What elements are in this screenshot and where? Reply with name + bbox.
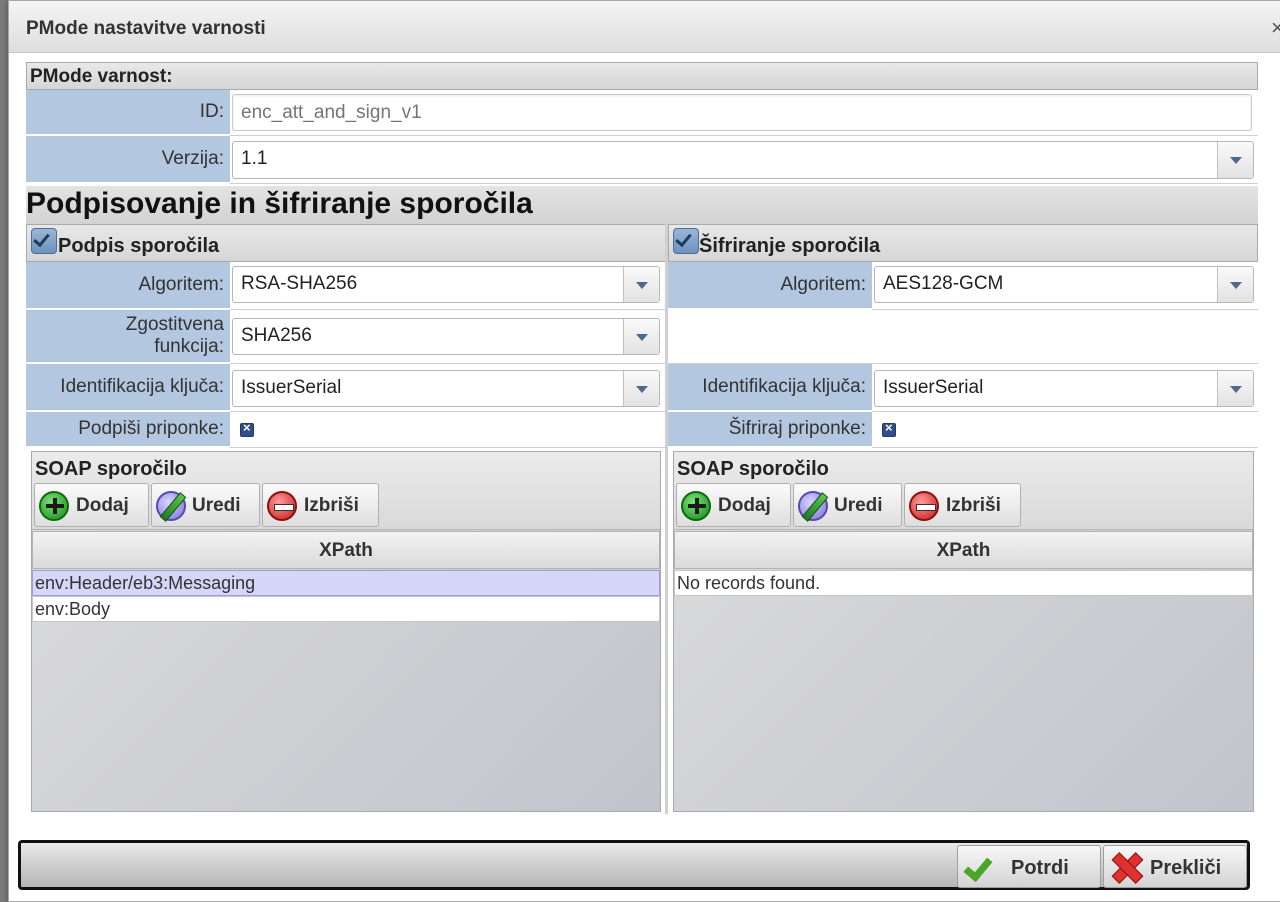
id-label: ID: <box>26 90 230 136</box>
enc-xpath-header-label: XPath <box>936 540 991 561</box>
dialog-titlebar: PMode nastavitve varnosti × <box>9 1 1280 53</box>
enc-delete-button[interactable]: Izbriši <box>904 483 1021 527</box>
sig-soap-toolbar: SOAP sporočilo Dodaj Uredi Izbriši <box>32 452 660 530</box>
sig-attachments-label-text: Podpiši priponke: <box>78 418 224 440</box>
encrypt-attachments-checkbox[interactable] <box>882 420 896 437</box>
enc-add-label: Dodaj <box>718 495 771 516</box>
table-cell: env:Header/eb3:Messaging <box>35 573 256 593</box>
enc-delete-label: Izbriši <box>946 495 1001 516</box>
version-label: Verzija: <box>26 136 230 184</box>
sig-keyid-select[interactable]: IssuerSerial <box>232 370 660 407</box>
chevron-down-icon[interactable] <box>623 371 659 406</box>
enc-soap-panel: SOAP sporočilo Dodaj Uredi Izbriši XPath… <box>673 451 1254 812</box>
sig-algorithm-label-text: Algoritem: <box>138 274 224 296</box>
cancel-x-icon <box>1109 850 1143 884</box>
enc-keyid-select[interactable]: IssuerSerial <box>874 370 1254 407</box>
confirm-label: Potrdi <box>1011 857 1069 879</box>
section-title-bar: Podpisovanje in šifriranje sporočila <box>26 186 1258 224</box>
enc-soap-title: SOAP sporočilo <box>677 458 829 480</box>
table-row[interactable]: env:Header/eb3:Messaging <box>32 570 660 596</box>
sig-edit-label: Uredi <box>192 495 241 516</box>
dialog-title: PMode nastavitve varnosti <box>26 18 266 39</box>
sig-keyid-label-text: Identifikacija ključa: <box>60 376 224 398</box>
signature-header-label: Podpis sporočila <box>58 235 220 257</box>
section-title: Podpisovanje in šifriranje sporočila <box>26 187 533 220</box>
sig-keyid-label: Identifikacija ključa: <box>26 364 230 412</box>
chevron-down-icon[interactable] <box>1217 267 1253 302</box>
encryption-checkbox[interactable] <box>673 228 699 254</box>
encryption-header: Šifriranje sporočila <box>668 224 1258 262</box>
signature-checkbox[interactable] <box>31 228 57 254</box>
sig-algorithm-select[interactable]: RSA-SHA256 <box>232 266 660 303</box>
close-icon[interactable]: × <box>1271 15 1280 41</box>
sig-hash-value: SHA256 <box>241 325 312 346</box>
cancel-button[interactable]: Prekliči <box>1103 845 1247 888</box>
sig-attachments-row <box>230 412 666 448</box>
enc-attachments-label: Šifriraj priponke: <box>668 412 872 448</box>
id-label-text: ID: <box>199 101 224 123</box>
empty-message: No records found. <box>677 573 821 593</box>
sig-add-button[interactable]: Dodaj <box>34 483 149 527</box>
enc-soap-toolbar: SOAP sporočilo Dodaj Uredi Izbriši <box>674 452 1253 530</box>
encryption-header-label: Šifriranje sporočila <box>699 235 881 257</box>
check-icon <box>963 851 993 883</box>
security-header: PMode varnost: <box>26 62 1258 90</box>
sig-delete-label: Izbriši <box>304 495 359 516</box>
table-row[interactable]: env:Body <box>32 596 660 622</box>
chevron-down-icon[interactable] <box>1217 371 1253 406</box>
dialog-footer: Potrdi Prekliči <box>18 840 1250 890</box>
enc-xpath-column-header[interactable]: XPath <box>674 531 1253 569</box>
enc-algorithm-label: Algoritem: <box>668 262 872 310</box>
sig-keyid-value: IssuerSerial <box>241 377 342 398</box>
signature-header: Podpis sporočila <box>26 224 666 262</box>
enc-attachments-row <box>872 412 1258 448</box>
enc-empty-row <box>668 310 1258 364</box>
empty-message-row: No records found. <box>674 570 1253 596</box>
delete-icon <box>909 491 939 521</box>
version-select[interactable]: 1.1 <box>232 141 1254 179</box>
enc-attachments-label-text: Šifriraj priponke: <box>728 418 866 440</box>
enc-keyid-label: Identifikacija ključa: <box>668 364 872 412</box>
sig-soap-panel: SOAP sporočilo Dodaj Uredi Izbriši XPath… <box>31 451 661 812</box>
column-divider <box>665 224 668 814</box>
chevron-down-icon[interactable] <box>623 319 659 354</box>
enc-keyid-value: IssuerSerial <box>883 377 984 398</box>
confirm-button[interactable]: Potrdi <box>957 845 1101 888</box>
sig-algorithm-label: Algoritem: <box>26 262 230 310</box>
chevron-down-icon[interactable] <box>1217 142 1253 178</box>
sig-xpath-column-header[interactable]: XPath <box>32 531 660 569</box>
sig-edit-button[interactable]: Uredi <box>151 483 260 527</box>
id-input[interactable] <box>232 94 1252 131</box>
sig-attachments-label: Podpiši priponke: <box>26 412 230 448</box>
enc-keyid-label-text: Identifikacija ključa: <box>702 376 866 398</box>
enc-algorithm-value: AES128-GCM <box>883 273 1004 294</box>
enc-edit-label: Uredi <box>834 495 883 516</box>
sig-xpath-header-label: XPath <box>319 540 373 561</box>
delete-icon <box>267 491 297 521</box>
enc-algorithm-label-text: Algoritem: <box>780 274 866 296</box>
add-icon <box>681 491 711 521</box>
sig-hash-label: Zgostitvena funkcija: <box>26 310 230 364</box>
edit-icon <box>156 491 186 521</box>
enc-edit-button[interactable]: Uredi <box>793 483 902 527</box>
edit-icon <box>798 491 828 521</box>
chevron-down-icon[interactable] <box>623 267 659 302</box>
enc-add-button[interactable]: Dodaj <box>676 483 791 527</box>
sig-algorithm-value: RSA-SHA256 <box>241 273 358 294</box>
version-label-text: Verzija: <box>161 148 224 170</box>
security-header-label: PMode varnost: <box>30 66 173 87</box>
sign-attachments-checkbox[interactable] <box>240 420 254 437</box>
sig-hash-select[interactable]: SHA256 <box>232 318 660 355</box>
version-select-value: 1.1 <box>241 148 268 169</box>
sig-hash-label-text: Zgostitvena funkcija: <box>125 314 224 357</box>
table-cell: env:Body <box>35 599 111 619</box>
sig-add-label: Dodaj <box>76 495 129 516</box>
cancel-label: Prekliči <box>1150 857 1222 879</box>
sig-delete-button[interactable]: Izbriši <box>262 483 379 527</box>
enc-algorithm-select[interactable]: AES128-GCM <box>874 266 1254 303</box>
sig-soap-title: SOAP sporočilo <box>35 458 187 480</box>
add-icon <box>39 491 69 521</box>
